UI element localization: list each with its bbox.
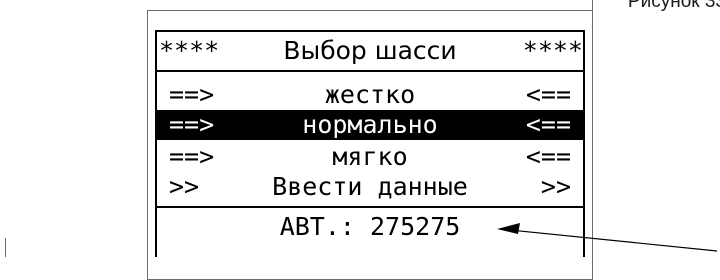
pointer-arrow-icon [497,223,718,252]
